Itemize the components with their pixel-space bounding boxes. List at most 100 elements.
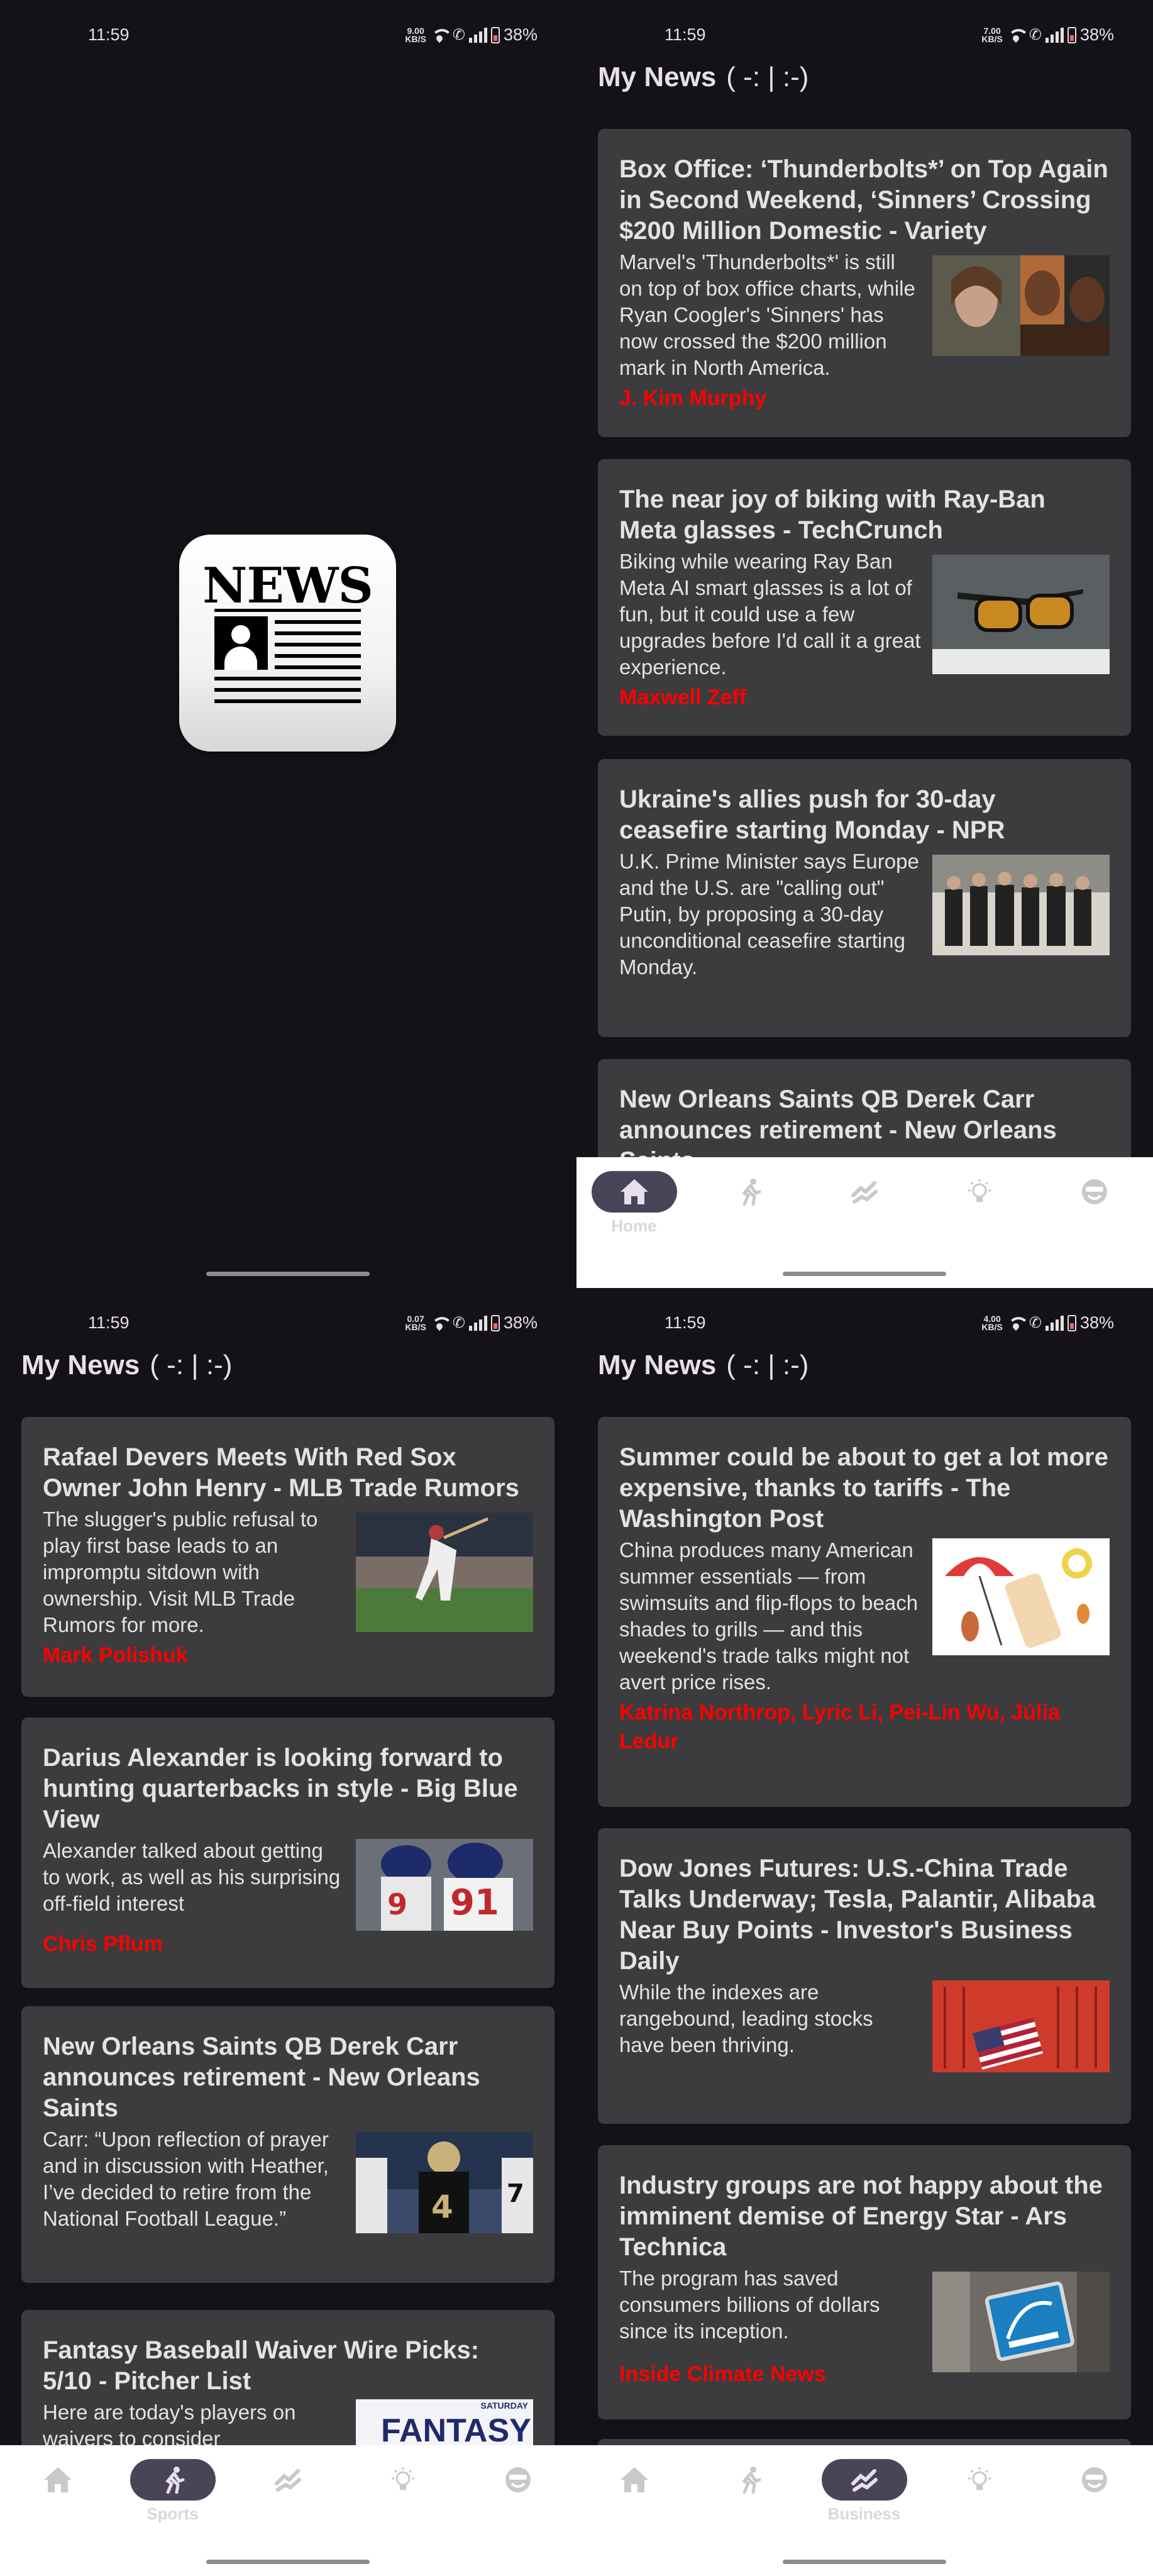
article-card[interactable]: Ukraine's allies push for 30-day ceasefi…: [598, 759, 1131, 1037]
network-speed: 9.00 KB/S: [405, 25, 426, 44]
gesture-bar[interactable]: [783, 1272, 946, 1276]
article-author: Chris Pflum: [43, 1932, 163, 1956]
sports-icon: [165, 2467, 184, 2494]
smile-icon: [505, 2467, 531, 2492]
sports-icon: [741, 1179, 761, 1206]
article-headline: New Orleans Saints QB Derek Carr announc…: [43, 2033, 480, 2122]
signal-icon: [1045, 1315, 1064, 1331]
battery-percent: 38%: [1079, 25, 1114, 44]
nav-ideas[interactable]: [922, 2459, 1037, 2534]
signal-icon: [1045, 27, 1064, 43]
status-bar: 11:59 9.00 KB/S ✆ 38%: [0, 0, 576, 69]
page-title: My News( -: | :-): [598, 62, 809, 92]
article-card[interactable]: New Orleans Saints QB Derek Carr announc…: [21, 2006, 554, 2283]
business-icon: [274, 2469, 301, 2492]
status-bar: 11:59 7.00 KB/S ✆ 38%: [576, 0, 1153, 69]
smile-icon: [1081, 2467, 1107, 2492]
bottom-navigation: Sports: [0, 2445, 576, 2576]
thumbnail-text: FANTASY: [381, 2412, 531, 2449]
business-icon: [851, 1181, 878, 1204]
logo-text: NEWS: [202, 557, 373, 614]
battery-percent: 38%: [503, 1313, 538, 1332]
nav-business[interactable]: [230, 2459, 345, 2534]
lightbulb-icon: [968, 2467, 991, 2490]
wifi-icon: [1007, 27, 1029, 43]
article-author: Maxwell Zeff: [619, 686, 747, 709]
gesture-bar[interactable]: [783, 2560, 946, 2564]
article-headline: Darius Alexander is looking forward to h…: [43, 1744, 518, 1833]
svg-text:91: 91: [450, 1882, 499, 1923]
article-card[interactable]: Darius Alexander is looking forward to h…: [21, 1718, 554, 1988]
article-headline: Industry groups are not happy about the …: [619, 2172, 1103, 2261]
article-summary: The program has saved consumers billions…: [619, 2267, 880, 2343]
article-summary: Here are today's players on waivers to c…: [43, 2401, 296, 2450]
nav-entertainment[interactable]: [1037, 1171, 1152, 1246]
nav-home[interactable]: Home: [576, 1171, 692, 1246]
nav-ideas[interactable]: [345, 2459, 460, 2534]
article-card[interactable]: The near joy of biking with Ray-Ban Meta…: [598, 459, 1131, 736]
article-headline: Fantasy Baseball Waiver Wire Picks: 5/10…: [43, 2336, 480, 2395]
article-card[interactable]: Box Office: ‘Thunderbolts*’ on Top Again…: [598, 129, 1131, 437]
wifi-calling-icon: ✆: [1029, 1314, 1042, 1331]
article-summary: Marvel's 'Thunderbolts*' is still on top…: [619, 250, 915, 379]
wifi-icon: [430, 1315, 453, 1331]
nav-business[interactable]: Business: [807, 2459, 922, 2534]
battery-icon: [1067, 1314, 1076, 1331]
nav-business[interactable]: [807, 1171, 922, 1246]
nav-home[interactable]: [0, 2459, 115, 2534]
signal-icon: [468, 27, 487, 43]
bottom-navigation: Business: [576, 2445, 1153, 2576]
nav-label: Sports: [146, 2504, 199, 2523]
article-card[interactable]: Summer could be about to get a lot more …: [598, 1417, 1131, 1807]
page-title: My News( -: | :-): [21, 1350, 233, 1380]
emoticon: ( -: | :-): [726, 1350, 809, 1380]
wifi-calling-icon: ✆: [452, 26, 465, 43]
emoticon: ( -: | :-): [150, 1350, 233, 1380]
article-summary: Alexander talked about getting to work, …: [43, 1839, 341, 1915]
article-headline: Summer could be about to get a lot more …: [619, 1443, 1108, 1533]
article-thumbnail: [932, 1980, 1110, 2072]
article-summary: While the indexes are rangebound, leadin…: [619, 1980, 873, 2057]
signal-icon: [468, 1315, 487, 1331]
status-time: 11:59: [88, 25, 130, 44]
lightbulb-icon: [968, 1179, 991, 1202]
status-time: 11:59: [665, 1313, 706, 1332]
battery-icon: [490, 1314, 500, 1331]
article-thumbnail: [356, 1513, 533, 1632]
nav-sports[interactable]: [692, 2459, 807, 2534]
article-author: Mark Polishuk: [43, 1643, 188, 1667]
gesture-bar[interactable]: [206, 1272, 370, 1276]
nav-entertainment[interactable]: [460, 2459, 575, 2534]
article-author: Katrina Northrop, Lyric Li, Pei-Lin Wu, …: [619, 1701, 1060, 1753]
gesture-bar[interactable]: [206, 2560, 370, 2564]
status-bar: 11:59 4.00 KB/S ✆ 38%: [576, 1288, 1153, 1357]
nav-home[interactable]: [576, 2459, 692, 2534]
nav-ideas[interactable]: [922, 1171, 1037, 1246]
article-headline: Rafael Devers Meets With Red Sox Owner J…: [43, 1443, 519, 1502]
article-card[interactable]: Industry groups are not happy about the …: [598, 2145, 1131, 2419]
page-title: My News( -: | :-): [598, 1350, 809, 1380]
business-icon: [851, 2469, 878, 2492]
nav-label: Business: [827, 2504, 901, 2523]
nav-sports[interactable]: [692, 1171, 807, 1246]
thumbnail-subtext: SATURDAY: [480, 2401, 528, 2411]
article-thumbnail: [932, 555, 1110, 674]
svg-text:9: 9: [387, 1887, 407, 1921]
article-summary: U.K. Prime Minister says Europe and the …: [619, 850, 919, 979]
article-thumbnail: [932, 2272, 1110, 2372]
nav-entertainment[interactable]: [1037, 2459, 1152, 2534]
network-speed: 7.00 KB/S: [981, 25, 1003, 44]
article-headline: Box Office: ‘Thunderbolts*’ on Top Again…: [619, 155, 1108, 245]
home-screen: 11:59 7.00 KB/S ✆ 38% My News( -: | :-) B…: [576, 0, 1153, 1288]
article-headline: Ukraine's allies push for 30-day ceasefi…: [619, 786, 1005, 844]
home-icon: [43, 2467, 72, 2492]
smile-icon: [1081, 1179, 1107, 1204]
article-card[interactable]: Dow Jones Futures: U.S.-China Trade Talk…: [598, 1828, 1131, 2124]
article-card[interactable]: Rafael Devers Meets With Red Sox Owner J…: [21, 1417, 554, 1697]
article-thumbnail: 91 9: [356, 1839, 533, 1931]
nav-sports[interactable]: Sports: [115, 2459, 230, 2534]
article-thumbnail: [932, 855, 1110, 955]
svg-text:7: 7: [507, 2179, 524, 2208]
status-bar: 11:59 0.07 KB/S ✆ 38%: [0, 1288, 576, 1357]
splash-screen: 11:59 9.00 KB/S ✆ 38% NEWS: [0, 0, 576, 1288]
